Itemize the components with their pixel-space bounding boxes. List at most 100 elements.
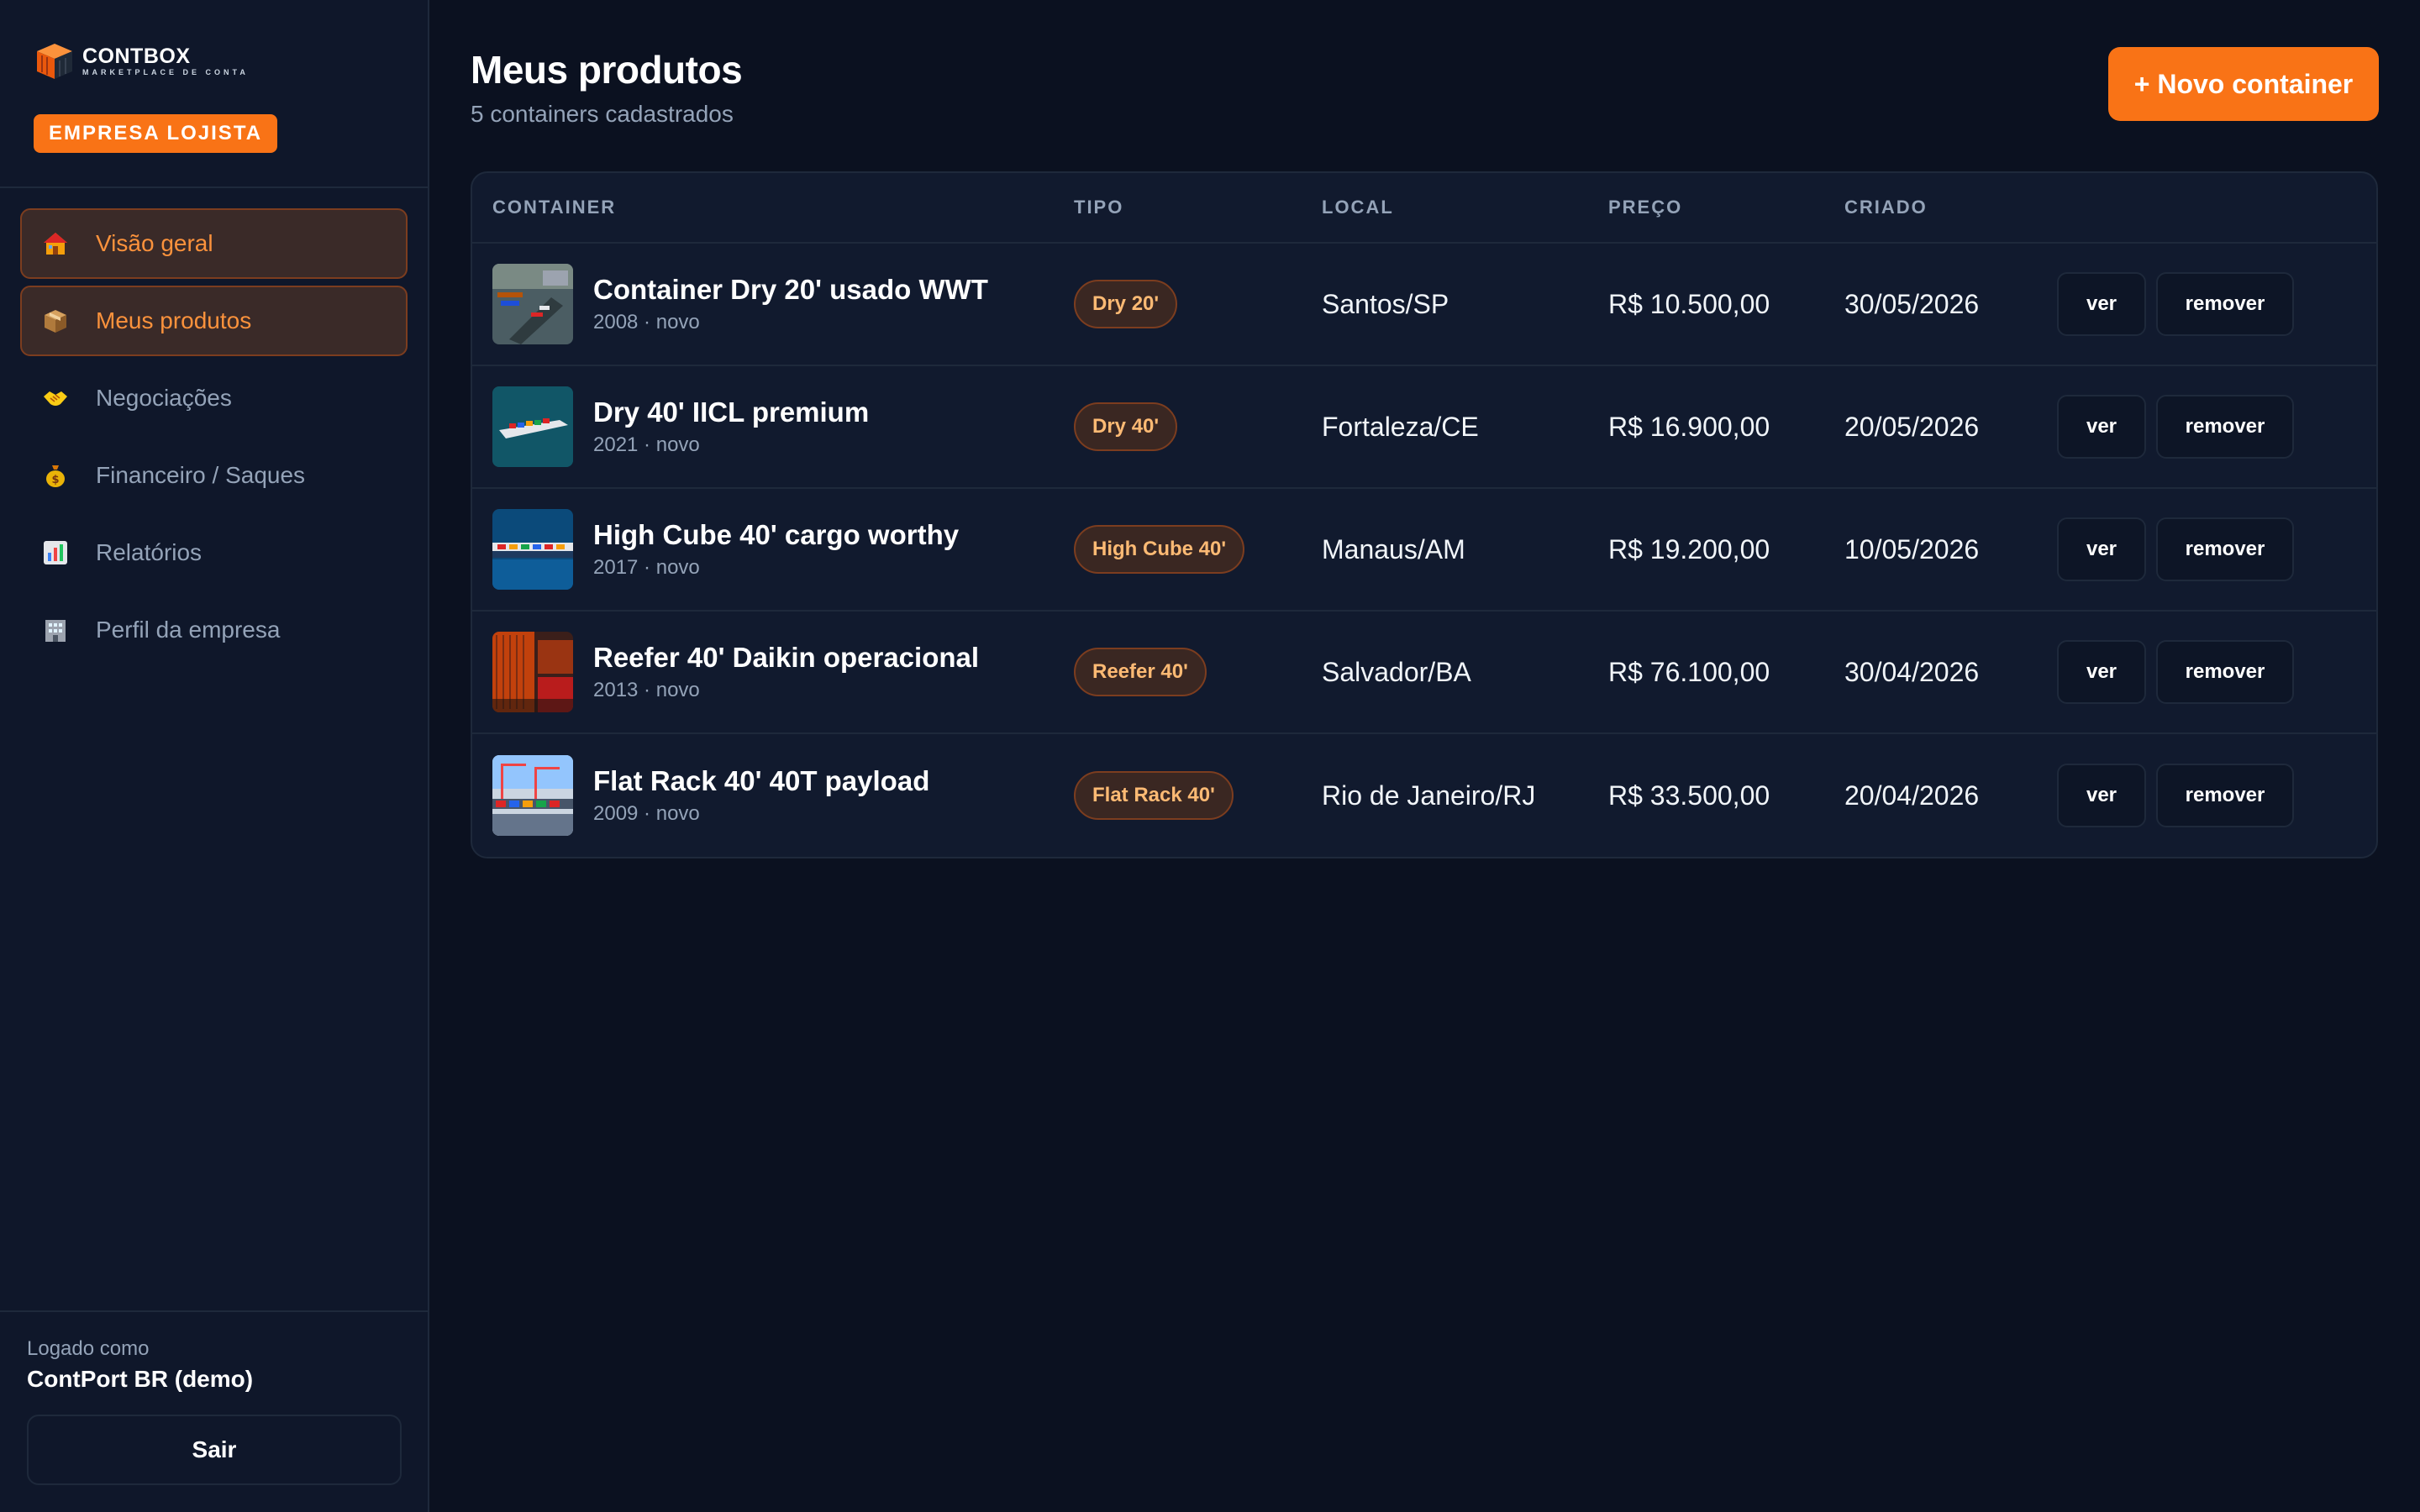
page-title: Meus produtos [471,48,743,92]
row-actions: ver remover [2057,272,2294,336]
product-cell: Reefer 40' Daikin operacional 2013 · nov… [472,632,1074,712]
sidebar-item-meus-produtos[interactable]: Meus produtos [20,286,408,356]
container-logo-icon [37,44,72,79]
created-date-cell: 30/05/2026 [1844,288,1980,319]
sidebar-nav: Visão geral Meus produtos Negociações $ … [0,188,428,685]
product-meta: 2008 · novo [593,311,700,333]
handshake-icon [40,383,71,413]
price-cell: R$ 16.900,00 [1608,411,1770,442]
tipo-cell: Dry 40' [1074,402,1322,451]
view-button[interactable]: ver [2057,395,2146,459]
view-button[interactable]: ver [2057,764,2146,827]
sidebar-item-visao-geral[interactable]: Visão geral [20,208,408,279]
type-tag: Dry 20' [1074,280,1178,328]
view-button[interactable]: ver [2057,517,2146,581]
tipo-cell: Flat Rack 40' [1074,771,1322,820]
column-header-tipo[interactable]: TIPO [1074,197,1322,218]
product-name[interactable]: Container Dry 20' usado WWT [593,274,988,306]
house-icon [40,228,71,259]
product-info: High Cube 40' cargo worthy 2017 · novo [593,519,959,580]
product-name[interactable]: High Cube 40' cargo worthy [593,519,959,551]
remove-button[interactable]: remover [2156,764,2294,827]
package-icon [40,306,71,336]
created-date-cell: 20/04/2026 [1844,780,1980,811]
role-badge: EMPRESA LOJISTA [34,114,278,153]
page-heading: Meus produtos 5 containers cadastrados [471,44,743,128]
product-name[interactable]: Flat Rack 40' 40T payload [593,765,929,797]
table-row: Flat Rack 40' 40T payload 2009 · novo Fl… [472,734,2376,857]
row-actions: ver remover [2057,764,2294,827]
table-row: Reefer 40' Daikin operacional 2013 · nov… [472,612,2376,734]
product-cell: Flat Rack 40' 40T payload 2009 · novo [472,755,1074,836]
product-cell: Container Dry 20' usado WWT 2008 · novo [472,264,1074,344]
table-row: High Cube 40' cargo worthy 2017 · novo H… [472,489,2376,612]
price-cell: R$ 33.500,00 [1608,780,1770,811]
product-name[interactable]: Dry 40' IICL premium [593,396,869,428]
price-cell: R$ 10.500,00 [1608,288,1770,319]
product-thumbnail[interactable] [492,632,573,712]
product-thumbnail[interactable] [492,755,573,836]
new-container-button[interactable]: + Novo container [2108,47,2379,121]
sidebar-item-financeiro[interactable]: $ Financeiro / Saques [20,440,408,511]
sidebar-item-negociacoes[interactable]: Negociações [20,363,408,433]
table-header: CONTAINER TIPO LOCAL PREÇO CRIADO [472,173,2376,244]
money-bag-icon: $ [40,460,71,491]
location-cell: Santos/SP [1322,288,1449,319]
product-meta: 2017 · novo [593,556,700,579]
svg-text:$: $ [51,474,59,486]
main-content: Meus produtos 5 containers cadastrados +… [429,0,2420,1512]
logo[interactable]: CONTBOX MARKETPLACE DE CONTAINERS [34,40,394,82]
tipo-cell: High Cube 40' [1074,525,1322,574]
product-cell: High Cube 40' cargo worthy 2017 · novo [472,509,1074,590]
product-thumbnail[interactable] [492,386,573,467]
row-actions: ver remover [2057,517,2294,581]
app-shell: CONTBOX MARKETPLACE DE CONTAINERS EMPRES… [0,0,2420,1512]
product-info: Container Dry 20' usado WWT 2008 · novo [593,274,988,334]
product-info: Reefer 40' Daikin operacional 2013 · nov… [593,642,979,702]
sidebar-item-perfil[interactable]: Perfil da empresa [20,595,408,665]
remove-button[interactable]: remover [2156,395,2294,459]
sidebar-item-label: Visão geral [96,230,213,256]
created-date-cell: 30/04/2026 [1844,656,1980,687]
price-cell: R$ 76.100,00 [1608,656,1770,687]
type-tag: Reefer 40' [1074,648,1207,696]
location-cell: Salvador/BA [1322,656,1471,687]
type-tag: High Cube 40' [1074,525,1245,574]
type-tag: Dry 40' [1074,402,1178,451]
product-meta: 2013 · novo [593,679,700,701]
column-header-criado[interactable]: CRIADO [1844,197,2057,218]
bar-chart-icon [40,538,71,568]
table-row: Container Dry 20' usado WWT 2008 · novo … [472,244,2376,366]
brand-name: CONTBOX [82,45,191,68]
column-header-local[interactable]: LOCAL [1322,197,1608,218]
brand-tagline: MARKETPLACE DE CONTAINERS [82,68,247,76]
product-info: Flat Rack 40' 40T payload 2009 · novo [593,765,929,826]
type-tag: Flat Rack 40' [1074,771,1234,820]
product-thumbnail[interactable] [492,264,573,344]
product-info: Dry 40' IICL premium 2021 · novo [593,396,869,457]
remove-button[interactable]: remover [2156,272,2294,336]
logout-button[interactable]: Sair [27,1415,402,1485]
column-header-preco[interactable]: PREÇO [1608,197,1844,218]
office-building-icon [40,615,71,645]
view-button[interactable]: ver [2057,640,2146,704]
column-header-container[interactable]: CONTAINER [472,197,1074,218]
page-subtitle: 5 containers cadastrados [471,101,734,127]
sidebar-item-relatorios[interactable]: Relatórios [20,517,408,588]
product-name[interactable]: Reefer 40' Daikin operacional [593,642,979,674]
products-table: CONTAINER TIPO LOCAL PREÇO CRIADO Contai… [471,171,2378,858]
created-date-cell: 10/05/2026 [1844,533,1980,564]
sidebar-item-label: Meus produtos [96,307,252,333]
view-button[interactable]: ver [2057,272,2146,336]
page-header: Meus produtos 5 containers cadastrados +… [471,44,2379,128]
sidebar: CONTBOX MARKETPLACE DE CONTAINERS EMPRES… [0,0,429,1512]
row-actions: ver remover [2057,395,2294,459]
product-meta: 2009 · novo [593,802,700,825]
remove-button[interactable]: remover [2156,640,2294,704]
sidebar-item-label: Perfil da empresa [96,617,281,643]
sidebar-footer: Logado como ContPort BR (demo) Sair [0,1310,428,1512]
product-cell: Dry 40' IICL premium 2021 · novo [472,386,1074,467]
product-meta: 2021 · novo [593,433,700,456]
remove-button[interactable]: remover [2156,517,2294,581]
product-thumbnail[interactable] [492,509,573,590]
